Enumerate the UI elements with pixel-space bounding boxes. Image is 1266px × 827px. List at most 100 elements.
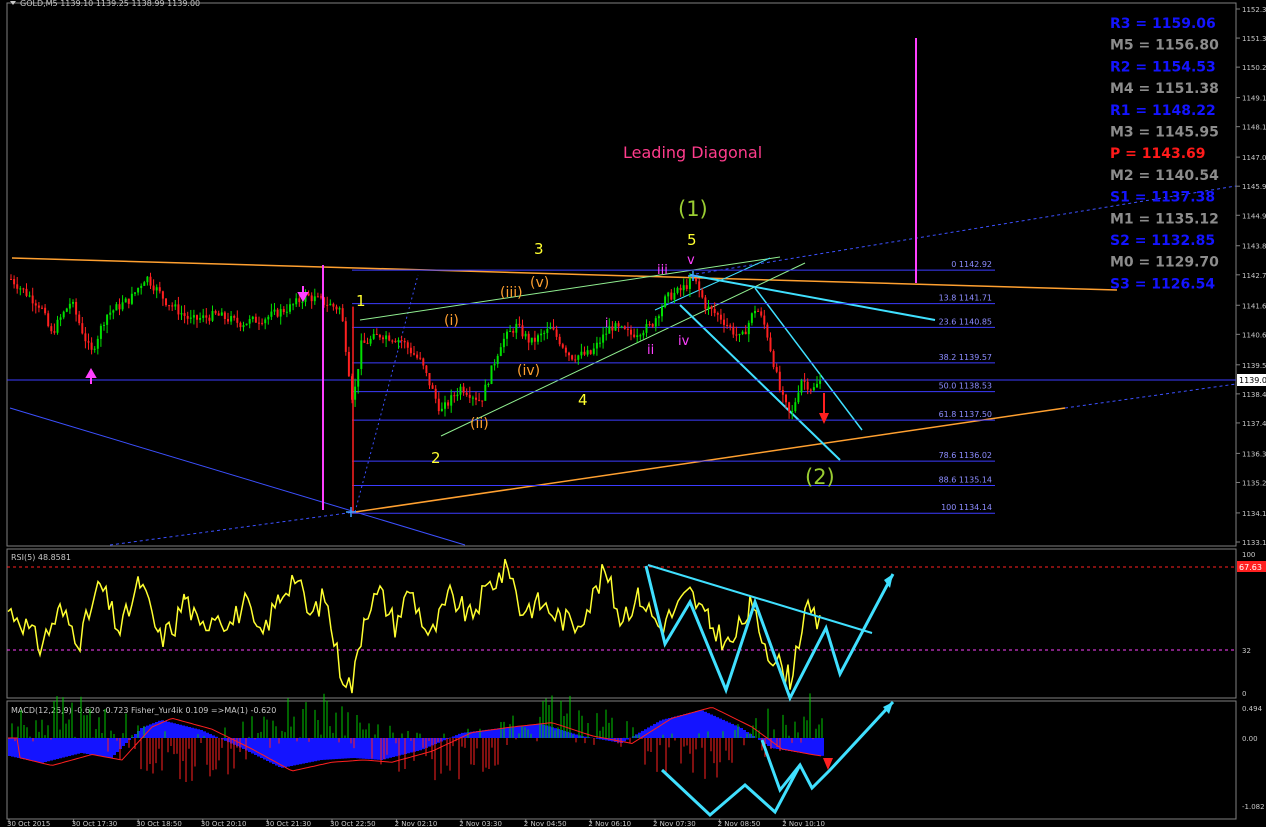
- rsi-cyan-trendline: [647, 564, 873, 634]
- candle-body: [189, 317, 192, 319]
- macd-histogram-bar: [599, 738, 602, 740]
- candle-body: [217, 313, 220, 316]
- minor-iv-label: iv: [678, 334, 690, 349]
- macd-histogram-bar: [329, 738, 332, 760]
- macd-histogram-bar: [188, 727, 191, 738]
- pivot-label: M5 = 1156.80: [1110, 38, 1219, 54]
- candle-body: [713, 308, 716, 314]
- candle-body: [28, 295, 31, 297]
- candle-body: [96, 338, 99, 349]
- candle-body: [409, 347, 412, 354]
- candle-body: [701, 290, 704, 298]
- time-tick-label: 2 Nov 02:10: [395, 820, 438, 827]
- candle-body: [84, 333, 87, 342]
- macd-histogram-bar: [812, 738, 815, 755]
- candle-body: [543, 332, 546, 334]
- macd-histogram-bar: [179, 724, 182, 738]
- candle-body: [620, 326, 623, 328]
- candle-body: [800, 380, 803, 393]
- price-arrows: [85, 271, 829, 517]
- macd-histogram-bar: [149, 724, 152, 738]
- candle-body: [456, 394, 459, 397]
- candle-body: [115, 304, 118, 311]
- candle-body: [298, 298, 301, 303]
- minor-ii-label: ii: [647, 343, 654, 358]
- macd-histogram-bar: [743, 730, 746, 738]
- macd-histogram-bar: [254, 738, 257, 755]
- trading-chart[interactable]: GOLD,M5 1139.10 1139.25 1138.99 1139.00 …: [0, 0, 1266, 827]
- candle-body: [583, 351, 586, 355]
- candle-body: [775, 367, 778, 372]
- candle-body: [416, 354, 419, 358]
- diagonal-lower-green: [440, 262, 806, 437]
- candle-body: [493, 363, 496, 366]
- macd-histogram-bar: [122, 738, 125, 746]
- price-axis: 1152.35 1151.30 1150.25 1149.15 1148.10 1147.…: [1236, 6, 1266, 547]
- macd-histogram-bar: [785, 738, 788, 751]
- up-arrow-icon: [85, 367, 97, 384]
- macd-histogram-bar: [248, 738, 251, 752]
- macd-histogram-bar: [296, 738, 299, 765]
- macd-histogram-bar: [68, 738, 71, 756]
- cyan-channel-mid: [754, 287, 863, 431]
- candle-body: [106, 314, 109, 325]
- time-tick-label: 30 Oct 2015: [7, 820, 50, 827]
- candle-body: [146, 276, 149, 283]
- macd-histogram-bar: [389, 738, 392, 758]
- macd-histogram-bar: [491, 729, 494, 738]
- macd-histogram-bar: [80, 738, 83, 753]
- cyan-thin-line: [654, 257, 771, 311]
- candle-body: [354, 386, 357, 400]
- candle-body: [236, 317, 239, 323]
- macd-histogram-bar: [803, 738, 806, 754]
- macd-histogram-bar: [194, 728, 197, 738]
- candle-body: [25, 288, 28, 296]
- candle-body: [719, 314, 722, 320]
- candle-body: [527, 333, 530, 343]
- macd-histogram-bar: [311, 738, 314, 762]
- candle-body: [589, 350, 592, 354]
- macd-histogram-bar: [584, 736, 587, 738]
- time-tick-label: 30 Oct 20:10: [201, 820, 247, 827]
- macd-histogram-bar: [251, 738, 254, 754]
- candle-body: [93, 348, 96, 350]
- candle-body: [809, 389, 812, 391]
- macd-histogram-bar: [305, 738, 308, 763]
- time-tick-label: 30 Oct 18:50: [136, 820, 182, 827]
- macd-histogram-bar: [332, 738, 335, 760]
- blue-dotted-lower: [109, 511, 356, 546]
- price-tick-label: 1140.60: [1242, 331, 1266, 339]
- wave-1-major-label: (1): [678, 197, 708, 221]
- candle-body: [211, 310, 214, 321]
- candle-body: [419, 357, 422, 359]
- candle-body: [130, 293, 133, 304]
- symbol-header: GOLD,M5 1139.10 1139.25 1138.99 1139.00: [10, 0, 200, 8]
- candle-body: [382, 337, 384, 340]
- macd-tick-label: 0.494: [1242, 705, 1263, 713]
- candle-body: [233, 316, 236, 318]
- candle-body: [87, 341, 90, 343]
- candle-body: [242, 325, 245, 328]
- candle-body: [124, 298, 127, 303]
- macd-histogram-bar: [653, 724, 656, 738]
- macd-histogram-bar: [173, 723, 176, 738]
- candle-body: [794, 402, 797, 412]
- rsi-title: RSI(5) 48.8581: [11, 553, 71, 562]
- fib-level-label: 38.2 1139.57: [939, 353, 992, 362]
- candle-body: [518, 323, 521, 326]
- candle-body: [533, 337, 536, 342]
- candle-body: [462, 386, 465, 393]
- candle-body: [490, 365, 493, 384]
- macd-histogram-bar: [758, 738, 761, 740]
- sub-iii-label: (iii): [500, 285, 523, 301]
- candle-body: [140, 285, 143, 288]
- candle-body: [806, 381, 809, 390]
- candle-body: [816, 383, 818, 388]
- price-tick-label: 1143.80: [1242, 243, 1266, 251]
- candle-body: [422, 358, 425, 366]
- price-tick-label: 1151.30: [1242, 35, 1266, 43]
- candle-body: [710, 306, 713, 309]
- time-tick-label: 2 Nov 04:50: [524, 820, 567, 827]
- candle-body: [37, 305, 40, 308]
- candle-body: [220, 312, 223, 316]
